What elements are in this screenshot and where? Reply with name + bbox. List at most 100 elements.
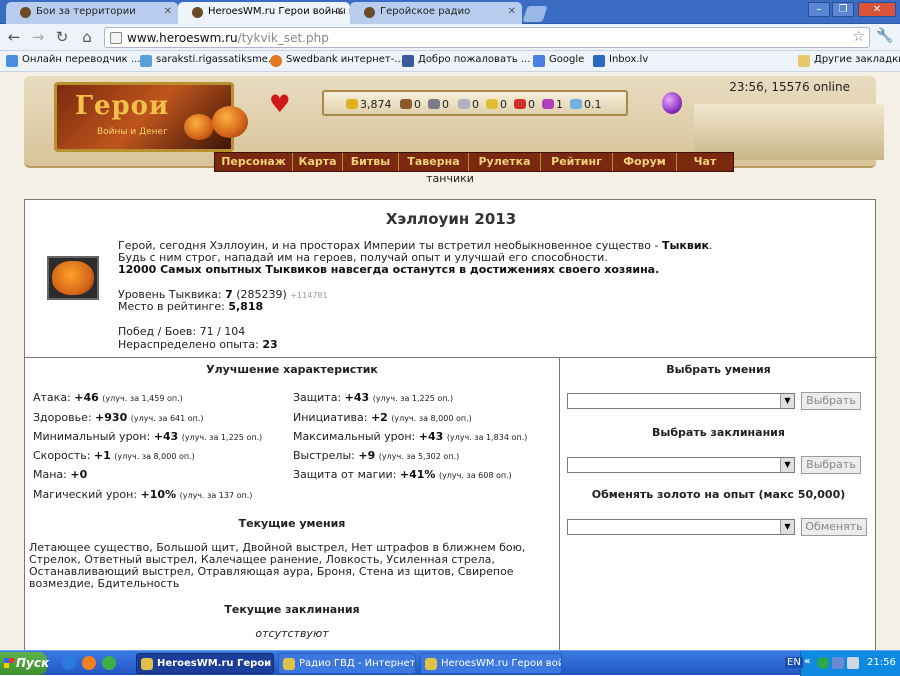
menu-chat[interactable]: Чат [677,153,733,171]
max-damage-stat[interactable]: Максимальный урон: +43 (улуч. за 1,834 о… [293,430,527,443]
tab-heroeswm[interactable]: HeroesWM.ru Герои войны и ✕ [178,2,350,24]
exchange-button[interactable]: Обменять [801,518,867,536]
home-icon[interactable]: ⌂ [77,28,97,46]
wrench-icon[interactable]: 🔧 [876,28,893,44]
bookmark-label: saraksti.rigassatiksme... [156,54,278,65]
taskbar-item-label: HeroesWM.ru Герои вой... [441,658,562,669]
page-content: Герои Войны и Денег ♥ 3,874 0 0 0 0 0 1 … [0,72,900,650]
magic-defense-stat[interactable]: Защита от магии: +41% (улуч. за 608 оп.) [293,468,512,481]
bookmark-label: Добро пожаловать ... [418,54,531,65]
intro-text-end: . [709,239,713,252]
pumpkin-avatar [47,256,99,300]
skill-select[interactable]: ▼ [567,393,795,409]
stat-cost: (улуч. за 1,225 оп.) [181,433,263,442]
reload-icon[interactable]: ↻ [52,28,72,46]
tray-clock: 21:56 [867,657,896,668]
taskbar-item-radio[interactable]: Радио ГВД - Интернет [278,653,416,674]
tab-radio[interactable]: Геройское радио ✕ [350,2,522,24]
stat-cost: (улуч. за 8,000 оп.) [114,452,195,461]
forward-arrow-icon[interactable]: → [28,28,48,46]
stat-label: Инициатива: [293,411,368,424]
facebook-icon [402,55,414,67]
menu-map[interactable]: Карта [293,153,343,171]
stat-value: +9 [358,449,376,462]
magic-damage-stat[interactable]: Магический урон: +10% (улуч. за 137 оп.) [33,488,252,501]
menu-rating[interactable]: Рейтинг [541,153,613,171]
menu-forum[interactable]: Форум [613,153,677,171]
stat-cost: (улуч. за 641 оп.) [130,414,204,423]
bookmark-translator[interactable]: Онлайн переводчик ... [6,54,141,67]
system-tray: EN « 21:56 [785,651,900,676]
intro-text-3: 12000 Самых опытных Тыквиков навсегда ос… [118,263,660,276]
other-bookmarks[interactable]: Другие закладки [798,54,900,67]
game-banner: Герои Войны и Денег ♥ 3,874 0 0 0 0 0 1 … [24,76,884,172]
menu-character[interactable]: Персонаж [215,153,293,171]
gold-exchange-select[interactable]: ▼ [567,519,795,535]
close-tab-icon[interactable]: ✕ [164,6,172,17]
diamonds-value: 0.1 [584,98,602,111]
mercury-resource: 0 [458,98,479,111]
bookmark-google[interactable]: Google [533,54,585,67]
taskbar-item-heroeswm-2[interactable]: HeroesWM.ru Герои вой... [420,653,562,674]
health-stat[interactable]: Здоровье: +930 (улуч. за 641 оп.) [33,411,204,424]
messenger-icon[interactable] [817,657,829,669]
ie-icon[interactable] [62,656,76,670]
new-tab-button[interactable] [522,6,548,22]
tanks-link[interactable]: танчики [0,172,900,185]
stat-label: Мана: [33,468,67,481]
chrome-icon[interactable] [102,656,116,670]
bookmark-label: Онлайн переводчик ... [22,54,141,65]
bookmark-swedbank[interactable]: Swedbank интернет-... [270,54,404,67]
tab-territory-battles[interactable]: Бои за территории ✕ [6,2,178,24]
bookmark-label: Inbox.lv [609,54,649,65]
level-next: +114781 [290,291,328,300]
stat-label: Защита от магии: [293,468,397,481]
crystals-value: 0 [528,98,535,111]
stat-label: Магический урон: [33,488,138,501]
start-button[interactable]: Пуск [0,652,49,675]
rank-value: 5,818 [228,300,264,313]
stat-value: +43 [418,430,444,443]
close-tab-icon[interactable]: ✕ [336,6,344,17]
bookmark-facebook[interactable]: Добро пожаловать ... [402,54,531,67]
back-arrow-icon[interactable]: ← [4,28,24,46]
min-damage-stat[interactable]: Минимальный урон: +43 (улуч. за 1,225 оп… [33,430,262,443]
defense-stat[interactable]: Защита: +43 (улуч. за 1,225 оп.) [293,391,453,404]
spell-select[interactable]: ▼ [567,457,795,473]
chrome-icon [283,658,295,670]
stat-label: Скорость: [33,449,91,462]
spells-heading: Текущие заклинания [224,603,360,616]
stat-label: Выстрелы: [293,449,355,462]
bookmark-label: Google [549,54,585,65]
shots-stat[interactable]: Выстрелы: +9 (улуч. за 5,302 оп.) [293,449,459,462]
bookmark-star-icon[interactable]: ☆ [852,29,865,45]
choose-spell-button[interactable]: Выбрать [801,456,861,474]
google-icon [533,55,545,67]
menu-roulette[interactable]: Рулетка [469,153,541,171]
stat-value: +43 [344,391,370,404]
choose-skill-button[interactable]: Выбрать [801,392,861,410]
menu-tavern[interactable]: Таверна [399,153,469,171]
close-window-button[interactable]: ✕ [858,2,896,17]
initiative-stat[interactable]: Инициатива: +2 (улуч. за 8,000 оп.) [293,411,472,424]
menu-battles[interactable]: Битвы [343,153,399,171]
volume-icon[interactable] [847,657,859,669]
diamond-icon [570,99,582,109]
close-tab-icon[interactable]: ✕ [508,6,516,17]
address-bar[interactable]: www.heroeswm.ru/tykvik_set.php ☆ [104,27,870,48]
mail-client-icon[interactable] [82,656,96,670]
bookmark-saraksti[interactable]: saraksti.rigassatiksme... [140,54,278,67]
show-hidden-icons[interactable]: « [804,656,810,667]
stat-label: Атака: [33,391,71,404]
taskbar-item-heroeswm-1[interactable]: HeroesWM.ru Герои в... [136,653,274,674]
logo-subtitle: Войны и Денег [97,127,168,137]
restore-button[interactable]: ❐ [832,2,854,17]
language-indicator[interactable]: EN [785,657,803,668]
speed-stat[interactable]: Скорость: +1 (улуч. за 8,000 оп.) [33,449,195,462]
stat-label: Максимальный урон: [293,430,416,443]
stat-value: +1 [93,449,111,462]
minimize-button[interactable]: – [808,2,830,17]
bookmark-inbox[interactable]: Inbox.lv [593,54,649,67]
network-icon[interactable] [832,657,844,669]
attack-stat[interactable]: Атака: +46 (улуч. за 1,459 оп.) [33,391,183,404]
